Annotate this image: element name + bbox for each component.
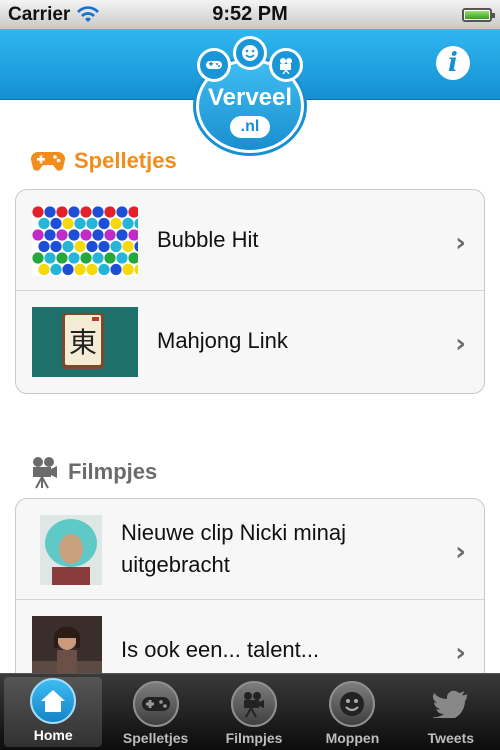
tab-label: Tweets [427, 730, 475, 746]
info-button[interactable]: i [436, 46, 470, 80]
logo-film-camera-icon [269, 48, 303, 82]
chevron-right-icon: › [455, 638, 466, 668]
list-item-mahjong-link[interactable]: 東 Mahjong Link › [16, 291, 484, 392]
list-item-label: Is ook een... talent... [121, 637, 320, 662]
home-icon [30, 678, 77, 724]
videos-section-title: Filmpjes [30, 455, 157, 489]
mahjong-link-thumbnail: 東 [32, 307, 138, 377]
status-bar: Carrier 9:52 PM [0, 0, 500, 30]
wifi-icon [77, 5, 100, 22]
videos-section-label: Filmpjes [68, 459, 158, 484]
verveel-logo[interactable]: Verveel .nl [193, 36, 307, 156]
list-item-bubble-hit[interactable]: Bubble Hit › [16, 190, 484, 291]
chevron-right-icon: › [455, 537, 466, 567]
logo-smiley-icon [233, 36, 267, 70]
logo-gamepad-icon [197, 48, 231, 82]
twitter-bird-icon [428, 681, 474, 727]
svg-text:東: 東 [69, 326, 97, 359]
gamepad-icon [132, 681, 179, 727]
tab-home[interactable]: Home [4, 677, 103, 747]
games-section-title: Spelletjes [30, 148, 177, 174]
tab-filmpjes[interactable]: Filmpjes [205, 674, 303, 750]
battery-icon [462, 7, 495, 22]
bubble-hit-thumbnail [32, 206, 146, 276]
games-section-label: Spelletjes [74, 148, 177, 173]
tab-label: Moppen [325, 730, 380, 746]
tab-moppen[interactable]: Moppen [303, 674, 401, 750]
logo-name: Verveel [207, 84, 293, 111]
tab-label: Filmpjes [225, 730, 283, 746]
list-item-nicki-minaj-clip[interactable]: Nieuwe clip Nicki minaj uitgebracht › [16, 499, 484, 600]
tab-bar: Home Spelletjes Filmpjes Moppen Tweets [0, 673, 500, 750]
film-camera-icon [33, 457, 57, 489]
videos-list: Nieuwe clip Nicki minaj uitgebracht › Is… [15, 498, 485, 688]
list-item-label: Mahjong Link [157, 328, 288, 353]
nicki-minaj-thumbnail [40, 515, 102, 585]
tab-spelletjes[interactable]: Spelletjes [106, 674, 204, 750]
tab-label: Spelletjes [122, 730, 189, 746]
tab-tweets[interactable]: Tweets [402, 674, 500, 750]
chevron-right-icon: › [455, 228, 466, 258]
tab-label: Home [33, 727, 73, 743]
gamepad-icon [30, 151, 66, 171]
film-camera-icon [231, 681, 278, 727]
logo-domain: .nl [230, 116, 270, 138]
list-item-label: Nieuwe clip Nicki minaj uitgebracht [121, 520, 346, 577]
carrier-label: Carrier [8, 3, 71, 25]
games-list: Bubble Hit › 東 Mahjong Link › [15, 189, 485, 394]
chevron-right-icon: › [455, 329, 466, 359]
list-item-label: Bubble Hit [157, 227, 259, 252]
status-left: Carrier [8, 4, 100, 26]
smiley-icon [329, 681, 376, 727]
